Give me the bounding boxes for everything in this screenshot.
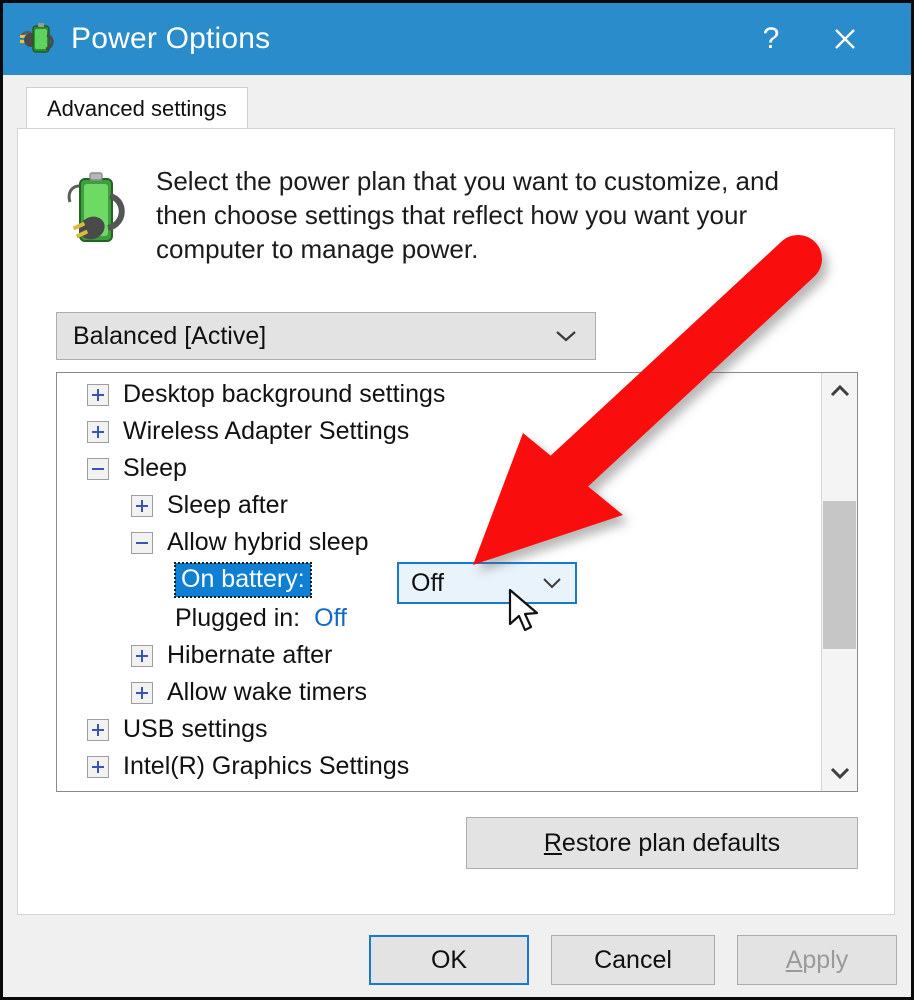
chevron-down-icon <box>541 564 563 602</box>
tree-item-label: Desktop background settings <box>123 380 446 408</box>
tree-item-desktop-background-settings[interactable]: Desktop background settings <box>57 376 817 413</box>
ok-button-label: OK <box>430 945 468 974</box>
scrollbar-thumb[interactable] <box>823 501 856 649</box>
expand-plus-icon[interactable] <box>131 681 153 704</box>
title-bar: Power Options ? <box>3 3 911 75</box>
expand-plus-icon[interactable] <box>131 644 153 667</box>
on-battery-value: Off <box>411 568 444 597</box>
expand-plus-icon[interactable] <box>87 383 109 406</box>
chevron-down-icon <box>553 313 579 359</box>
tree-item-sleep-after[interactable]: Sleep after <box>57 487 817 524</box>
tab-strip: Advanced settings <box>6 75 911 129</box>
tree-item-label: Sleep <box>123 454 187 482</box>
tree-item-label: Hibernate after <box>167 641 333 669</box>
scroll-up-button[interactable] <box>822 373 857 409</box>
tree-item-sleep[interactable]: Sleep <box>57 450 817 487</box>
header-block: Select the power plan that you want to c… <box>62 164 862 266</box>
restore-button-label-rest: estore plan defaults <box>561 828 781 857</box>
collapse-minus-icon[interactable] <box>131 531 153 554</box>
ok-button[interactable]: OK <box>369 935 529 985</box>
on-battery-label[interactable]: On battery: <box>174 562 312 598</box>
tree-item-label: Sleep after <box>167 491 288 519</box>
expand-plus-icon[interactable] <box>87 718 109 741</box>
collapse-minus-icon[interactable] <box>87 457 109 480</box>
plugged-in-value[interactable]: Off <box>314 604 347 633</box>
cancel-button[interactable]: Cancel <box>551 935 715 985</box>
header-description: Select the power plan that you want to c… <box>156 166 779 264</box>
tree-item-list: Desktop background settings Wireless Ada… <box>57 376 817 785</box>
close-button[interactable] <box>813 3 877 75</box>
expand-plus-icon[interactable] <box>87 420 109 443</box>
chevron-up-icon <box>830 384 849 397</box>
apply-button-label-rest: pply <box>802 945 849 974</box>
tree-item-label: Intel(R) Graphics Settings <box>123 752 410 780</box>
tree-scrollbar[interactable] <box>821 373 857 791</box>
tree-item-usb-settings[interactable]: USB settings <box>57 711 817 748</box>
tree-item-label: Allow hybrid sleep <box>167 528 369 556</box>
chevron-down-icon <box>830 767 849 780</box>
tree-item-allow-wake-timers[interactable]: Allow wake timers <box>57 674 817 711</box>
accel-letter: R <box>543 828 562 857</box>
power-plan-value: Balanced [Active] <box>73 321 267 350</box>
tree-item-wireless-adapter-settings[interactable]: Wireless Adapter Settings <box>57 413 817 450</box>
accel-letter: A <box>785 945 803 974</box>
cancel-button-label: Cancel <box>594 945 672 974</box>
tree-item-hibernate-after[interactable]: Hibernate after <box>57 637 817 674</box>
apply-button: Apply <box>737 935 897 985</box>
setting-row-on-battery: On battery: Off <box>57 561 817 604</box>
question-mark-icon: ? <box>762 22 780 55</box>
tree-item-label: USB settings <box>123 715 268 743</box>
power-options-dialog: Power Options ? Advanced settings Select… <box>0 0 914 1000</box>
expand-plus-icon[interactable] <box>131 494 153 517</box>
power-plan-select[interactable]: Balanced [Active] <box>56 312 596 360</box>
tree-item-allow-hybrid-sleep[interactable]: Allow hybrid sleep <box>57 524 817 561</box>
tree-item-intel-graphics-settings[interactable]: Intel(R) Graphics Settings <box>57 748 817 785</box>
advanced-settings-tree[interactable]: Desktop background settings Wireless Ada… <box>56 372 858 792</box>
battery-plug-icon <box>62 168 134 252</box>
apply-button-label: Apply <box>786 946 849 975</box>
restore-plan-defaults-button[interactable]: Restore plan defaults <box>466 817 858 869</box>
tree-item-label: Allow wake timers <box>167 678 368 706</box>
on-battery-select[interactable]: Off <box>397 562 577 604</box>
restore-button-label: Restore plan defaults <box>544 829 780 858</box>
expand-plus-icon[interactable] <box>87 755 109 778</box>
tab-label: Advanced settings <box>47 95 227 121</box>
tree-item-label: Wireless Adapter Settings <box>123 417 410 445</box>
window-title: Power Options <box>71 22 271 55</box>
help-button[interactable]: ? <box>739 3 803 75</box>
plugged-in-label: Plugged in: <box>175 603 301 632</box>
scroll-down-button[interactable] <box>822 755 857 791</box>
tab-advanced-settings[interactable]: Advanced settings <box>26 87 248 129</box>
close-icon <box>835 29 855 49</box>
battery-plug-icon <box>17 19 57 59</box>
setting-row-plugged-in: Plugged in: Off <box>57 599 817 637</box>
tab-page-advanced-settings: Select the power plan that you want to c… <box>17 128 895 915</box>
